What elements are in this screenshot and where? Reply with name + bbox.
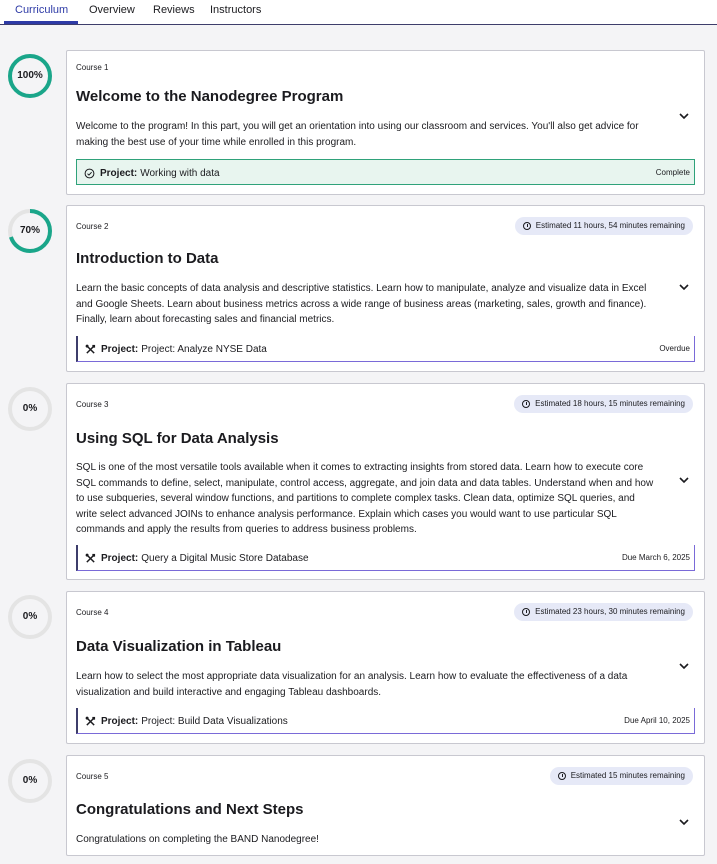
project-name: Project: Build Data Visualizations bbox=[141, 715, 288, 727]
check-circle-icon bbox=[84, 168, 95, 178]
tab-instructors[interactable]: Instructors bbox=[210, 4, 261, 16]
time-remaining-text: Estimated 18 hours, 15 minutes remaining bbox=[535, 399, 685, 408]
tools-icon bbox=[85, 716, 96, 726]
course-number: Course 4 bbox=[76, 608, 109, 617]
progress-label: 0% bbox=[22, 403, 38, 414]
course-number: Course 3 bbox=[76, 400, 109, 409]
project-prefix: Project: bbox=[101, 715, 139, 727]
project-name: Working with data bbox=[140, 167, 220, 179]
project-row[interactable]: Project: Query a Digital Music Store Dat… bbox=[76, 545, 695, 571]
course-card: Course 5 Estimated 15 minutes remaining … bbox=[66, 755, 705, 856]
time-remaining-badge: Estimated 23 hours, 30 minutes remaining bbox=[514, 603, 693, 621]
time-remaining-text: Estimated 11 hours, 54 minutes remaining bbox=[535, 221, 685, 230]
chevron-down-icon[interactable] bbox=[679, 282, 689, 292]
time-remaining-badge: Estimated 11 hours, 54 minutes remaining bbox=[514, 217, 693, 235]
course-card: Course 3 Estimated 18 hours, 15 minutes … bbox=[66, 383, 705, 580]
course-card: Course 2 Estimated 11 hours, 54 minutes … bbox=[66, 205, 705, 372]
clock-icon bbox=[522, 400, 531, 408]
time-remaining-badge: Estimated 18 hours, 15 minutes remaining bbox=[514, 395, 693, 413]
tab-bar: Curriculum Overview Reviews Instructors bbox=[0, 0, 717, 25]
course-card: Course 1 Welcome to the Nanodegree Progr… bbox=[66, 50, 705, 195]
progress-ring: 70% bbox=[7, 208, 53, 254]
course-description: SQL is one of the most versatile tools a… bbox=[76, 462, 654, 535]
course-number: Course 5 bbox=[76, 772, 109, 781]
course-title: Introduction to Data bbox=[76, 250, 219, 267]
course-title: Data Visualization in Tableau bbox=[76, 638, 282, 655]
tools-icon bbox=[85, 553, 96, 563]
clock-icon bbox=[557, 772, 566, 780]
course-card: Course 4 Estimated 23 hours, 30 minutes … bbox=[66, 591, 705, 744]
course-title: Welcome to the Nanodegree Program bbox=[76, 88, 344, 105]
project-status: Overdue bbox=[659, 344, 690, 353]
project-status: Complete bbox=[655, 168, 690, 177]
active-tab-indicator bbox=[4, 21, 78, 24]
course-number: Course 1 bbox=[76, 63, 109, 72]
time-remaining-text: Estimated 15 minutes remaining bbox=[570, 771, 685, 780]
project-row[interactable]: Project: Project: Build Data Visualizati… bbox=[76, 708, 695, 734]
project-prefix: Project: bbox=[101, 343, 139, 355]
clock-icon bbox=[522, 222, 531, 230]
project-row[interactable]: Project: Project: Analyze NYSE Data Over… bbox=[76, 336, 695, 362]
project-status: Due April 10, 2025 bbox=[624, 716, 690, 725]
tab-overview[interactable]: Overview bbox=[89, 4, 135, 16]
course-description: Welcome to the program! In this part, yo… bbox=[76, 121, 639, 148]
chevron-down-icon[interactable] bbox=[679, 475, 689, 485]
project-status: Due March 6, 2025 bbox=[621, 553, 690, 562]
course-description: Learn the basic concepts of data analysi… bbox=[76, 283, 647, 325]
project-row[interactable]: Project: Working with data Complete bbox=[76, 159, 695, 185]
progress-ring: 100% bbox=[7, 53, 53, 99]
progress-label: 0% bbox=[22, 775, 38, 786]
project-name: Project: Analyze NYSE Data bbox=[141, 343, 267, 355]
chevron-down-icon[interactable] bbox=[679, 661, 689, 671]
tools-icon bbox=[85, 344, 96, 354]
chevron-down-icon[interactable] bbox=[679, 111, 689, 121]
progress-label: 70% bbox=[19, 225, 40, 236]
course-description: Congratulations on completing the BAND N… bbox=[76, 834, 319, 845]
progress-ring: 0% bbox=[7, 386, 53, 432]
course-description: Learn how to select the most appropriate… bbox=[76, 671, 628, 698]
progress-label: 0% bbox=[22, 611, 38, 622]
project-prefix: Project: bbox=[101, 552, 139, 564]
course-title: Using SQL for Data Analysis bbox=[76, 430, 279, 447]
time-remaining-badge: Estimated 15 minutes remaining bbox=[549, 767, 693, 785]
course-number: Course 2 bbox=[76, 222, 109, 231]
progress-ring: 0% bbox=[7, 758, 53, 804]
time-remaining-text: Estimated 23 hours, 30 minutes remaining bbox=[535, 607, 685, 616]
project-name: Query a Digital Music Store Database bbox=[141, 552, 309, 564]
chevron-down-icon[interactable] bbox=[679, 817, 689, 827]
tab-reviews[interactable]: Reviews bbox=[153, 4, 195, 16]
progress-label: 100% bbox=[17, 70, 43, 81]
project-prefix: Project: bbox=[100, 167, 138, 179]
clock-icon bbox=[522, 608, 531, 616]
tab-curriculum[interactable]: Curriculum bbox=[15, 4, 68, 16]
course-title: Congratulations and Next Steps bbox=[76, 801, 304, 818]
progress-ring: 0% bbox=[7, 594, 53, 640]
